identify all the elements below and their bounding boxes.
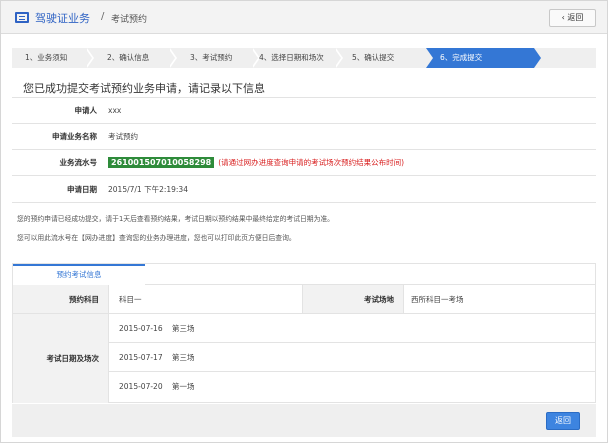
step-active-arrow <box>534 48 541 68</box>
list-icon <box>15 12 29 23</box>
serial-value-wrap: 261001507010058298 (请通过网办进度查询申请的考试场次预约结果… <box>108 150 404 175</box>
venue-value: 西所科目一考场 <box>411 294 464 304</box>
serial-number: 261001507010058298 <box>108 157 215 168</box>
step-6: 6、完成提交 <box>426 48 534 68</box>
chevron-left-icon: ‹ <box>561 13 565 22</box>
success-message: 您已成功提交考试预约业务申请，请记录以下信息 <box>23 82 265 95</box>
application-info-table: 申请人 xxx 申请业务名称 考试预约 业务流水号 26100150701005… <box>12 97 596 203</box>
step-progress: 1、业务须知 2、确认信息 3、考试预约 4、选择日期和场次 5、确认提交 6、… <box>12 48 596 68</box>
breadcrumb-current: 考试预约 <box>111 15 148 25</box>
info-row-serial: 业务流水号 261001507010058298 (请通过网办进度查询申请的考试… <box>12 150 596 176</box>
applicant-value: xxx <box>108 106 122 115</box>
info-row-applicant: 申请人 xxx <box>12 98 596 124</box>
step-divider <box>334 48 343 68</box>
step-4: 4、选择日期和场次 <box>259 53 324 62</box>
back-button[interactable]: ‹ 返回 <box>549 9 596 27</box>
step-divider <box>168 48 177 68</box>
venue-label: 考试场地 <box>302 285 404 313</box>
date-value: 2015/7/1 下午2:19:34 <box>108 184 188 194</box>
step-divider <box>85 48 94 68</box>
step-divider <box>426 48 433 68</box>
business-label: 申请业务名称 <box>52 132 97 141</box>
schedule-session: 第三场 <box>172 352 195 362</box>
date-label: 申请日期 <box>67 184 97 194</box>
schedule-date: 2015-07-16 <box>119 323 163 333</box>
applicant-label: 申请人 <box>74 106 98 115</box>
schedule-session: 第一场 <box>172 382 195 391</box>
notice-line-1: 您的预约申请已经成功提交，请于1天后查看预约结果，考试日期以预约结果中最终给定的… <box>17 215 334 223</box>
notice-line-2: 您可以用此流水号在【网办进度】查询您的业务办理进度，您也可以打印此页方便日后查询… <box>17 234 296 242</box>
serial-note: (请通过网办进度查询申请的考试场次预约结果公布时间) <box>218 158 405 167</box>
exam-schedule: 考试日期及场次 2015-07-16 第三场 2015-07-17 第三场 20… <box>13 314 595 403</box>
info-row-date: 申请日期 2015/7/1 下午2:19:34 <box>12 176 596 203</box>
tab-exam-info[interactable]: 预约考试信息 <box>13 264 145 285</box>
step-5: 5、确认提交 <box>352 53 395 62</box>
subject-label: 预约科目 <box>13 285 109 313</box>
business-value: 考试预约 <box>108 132 138 141</box>
tab-bar: 预约考试信息 <box>13 264 595 285</box>
schedule-label: 考试日期及场次 <box>13 314 109 403</box>
subject-value: 科目一 <box>119 294 142 304</box>
schedule-row: 2015-07-20 第一场 <box>109 372 595 401</box>
back-button-label: 返回 <box>567 13 584 22</box>
exam-subject-row: 预约科目 科目一 考试场地 西所科目一考场 <box>13 285 595 314</box>
schedule-session: 第三场 <box>172 323 195 333</box>
exam-info-grid: 预约科目 科目一 考试场地 西所科目一考场 考试日期及场次 2015-07-16… <box>13 285 595 403</box>
breadcrumb-separator: / <box>101 11 105 22</box>
step-3: 3、考试预约 <box>190 53 233 62</box>
step-2: 2、确认信息 <box>107 53 150 62</box>
info-row-business: 申请业务名称 考试预约 <box>12 124 596 150</box>
page-title: 驾驶证业务 <box>35 12 90 25</box>
exam-info-panel: 预约考试信息 预约科目 科目一 考试场地 西所科目一考场 考试日期及场次 201… <box>12 263 596 403</box>
schedule-date: 2015-07-20 <box>119 382 163 391</box>
step-1: 1、业务须知 <box>25 53 68 62</box>
page-header: 驾驶证业务 / 考试预约 ‹ 返回 <box>1 1 607 34</box>
footer-bar: 返回 <box>12 404 596 437</box>
schedule-date: 2015-07-17 <box>119 352 163 362</box>
return-button[interactable]: 返回 <box>546 412 580 430</box>
schedule-row: 2015-07-16 第三场 <box>109 314 595 343</box>
schedule-row: 2015-07-17 第三场 <box>109 343 595 372</box>
serial-label: 业务流水号 <box>59 158 98 167</box>
